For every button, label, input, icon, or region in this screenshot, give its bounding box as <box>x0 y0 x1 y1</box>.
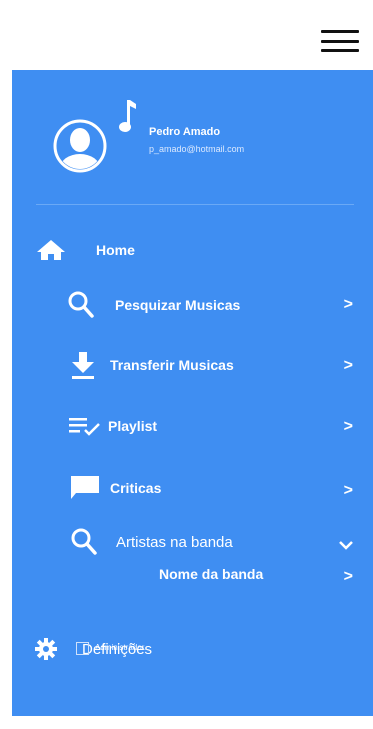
nav-transfer-music-label: Transferir Musicas <box>110 357 234 373</box>
chevron-down-icon[interactable] <box>339 540 353 550</box>
nav-band-name-label: Nome da banda <box>159 566 264 582</box>
download-icon <box>72 352 94 379</box>
chat-bubble-icon <box>71 476 99 499</box>
gear-icon <box>35 638 57 660</box>
chevron-right-icon[interactable]: > <box>344 296 353 314</box>
chevron-right-icon[interactable]: > <box>344 357 353 375</box>
nav-transfer-music[interactable]: Transferir Musicas <box>68 350 234 380</box>
nav-reviews-label: Criticas <box>110 480 162 496</box>
chevron-right-icon[interactable]: > <box>344 418 353 436</box>
chevron-right-icon[interactable]: > <box>344 568 353 586</box>
search-icon <box>71 528 97 555</box>
profile-divider <box>36 204 354 205</box>
chevron-right-icon[interactable]: > <box>344 482 353 500</box>
left-border <box>0 0 12 729</box>
bottom-strip <box>12 716 373 729</box>
nav-search-music[interactable]: Pesquizar Musicas <box>67 290 240 320</box>
music-note-icon <box>119 100 136 132</box>
nav-playlist-label: Playlist <box>108 418 158 434</box>
app-frame: Pedro Amado p_amado@hotmail.com Home Pes… <box>0 0 373 729</box>
nav-search-music-label: Pesquizar Musicas <box>115 297 241 313</box>
navigation-drawer: Pedro Amado p_amado@hotmail.com Home Pes… <box>12 70 373 716</box>
nav-artists-label: Artistas na banda <box>116 533 233 551</box>
nav-playlist[interactable]: Playlist <box>68 415 157 437</box>
user-email: p_amado@hotmail.com <box>149 144 245 154</box>
nav-home[interactable]: Home <box>36 239 135 261</box>
top-header <box>12 0 373 70</box>
admin-checkbox[interactable] <box>76 642 89 655</box>
search-icon <box>68 291 94 318</box>
home-icon <box>37 240 65 260</box>
nav-artists[interactable]: Artistas na banda <box>70 527 233 557</box>
user-name: Pedro Amado <box>149 126 221 138</box>
playlist-check-icon <box>69 418 100 436</box>
nav-band-name[interactable]: Nome da banda <box>159 566 263 582</box>
nav-reviews[interactable]: Criticas <box>70 475 161 501</box>
user-avatar-icon[interactable] <box>52 118 108 174</box>
nav-home-label: Home <box>96 242 135 258</box>
admin-label: Administrador. <box>95 643 147 652</box>
hamburger-menu-icon[interactable] <box>321 30 359 52</box>
